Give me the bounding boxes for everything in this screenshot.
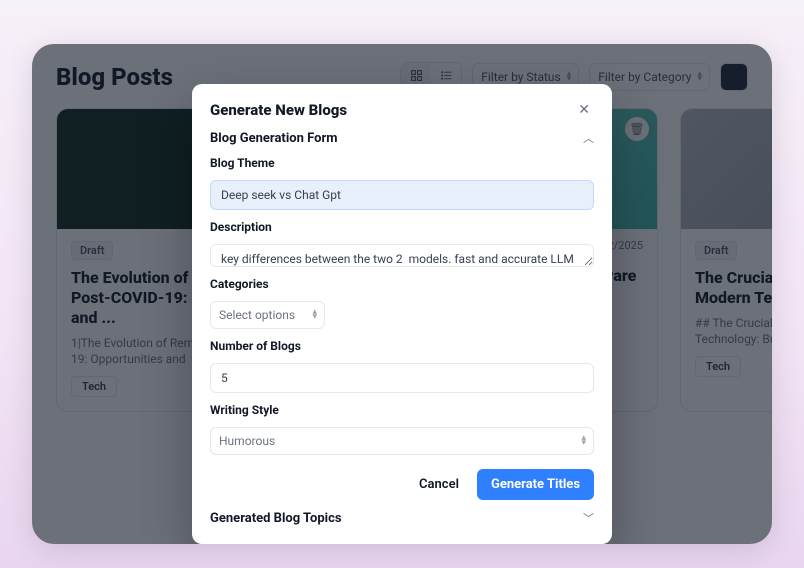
categories-select[interactable]: Select options ▴▾ [210, 301, 325, 329]
modal-title: Generate New Blogs [210, 101, 574, 119]
generated-topics-toggle[interactable]: Generated Blog Topics ﹀ [210, 510, 594, 526]
modal-overlay: Generate New Blogs ✕ Blog Generation For… [32, 44, 772, 544]
generate-blogs-modal: Generate New Blogs ✕ Blog Generation For… [192, 84, 612, 544]
generate-titles-button[interactable]: Generate Titles [477, 469, 594, 500]
close-button[interactable]: ✕ [574, 100, 594, 120]
chevron-up-icon: ︿ [583, 130, 594, 146]
close-icon: ✕ [578, 102, 590, 118]
writing-style-value: Humorous [219, 434, 275, 448]
num-blogs-input[interactable] [210, 363, 594, 393]
chevron-updown-icon: ▴▾ [312, 310, 316, 321]
cancel-button[interactable]: Cancel [411, 471, 467, 498]
form-section-toggle[interactable]: Blog Generation Form ︿ [210, 130, 594, 146]
description-label: Description [210, 220, 594, 234]
app-frame: Blog Posts Filter by Status ▴▾ Filter by… [32, 44, 772, 544]
generated-topics-label: Generated Blog Topics [210, 511, 583, 526]
chevron-updown-icon: ▴▾ [581, 436, 585, 447]
writing-style-select[interactable]: Humorous ▴▾ [210, 427, 594, 455]
form-section-label: Blog Generation Form [210, 131, 583, 146]
chevron-down-icon: ﹀ [583, 510, 594, 526]
theme-label: Blog Theme [210, 156, 594, 170]
num-blogs-label: Number of Blogs [210, 339, 594, 353]
categories-placeholder: Select options [219, 308, 295, 322]
writing-style-label: Writing Style [210, 403, 594, 417]
blog-theme-input[interactable] [210, 180, 594, 210]
categories-label: Categories [210, 277, 594, 291]
description-textarea[interactable]: key differences between the two 2 models… [210, 244, 594, 267]
